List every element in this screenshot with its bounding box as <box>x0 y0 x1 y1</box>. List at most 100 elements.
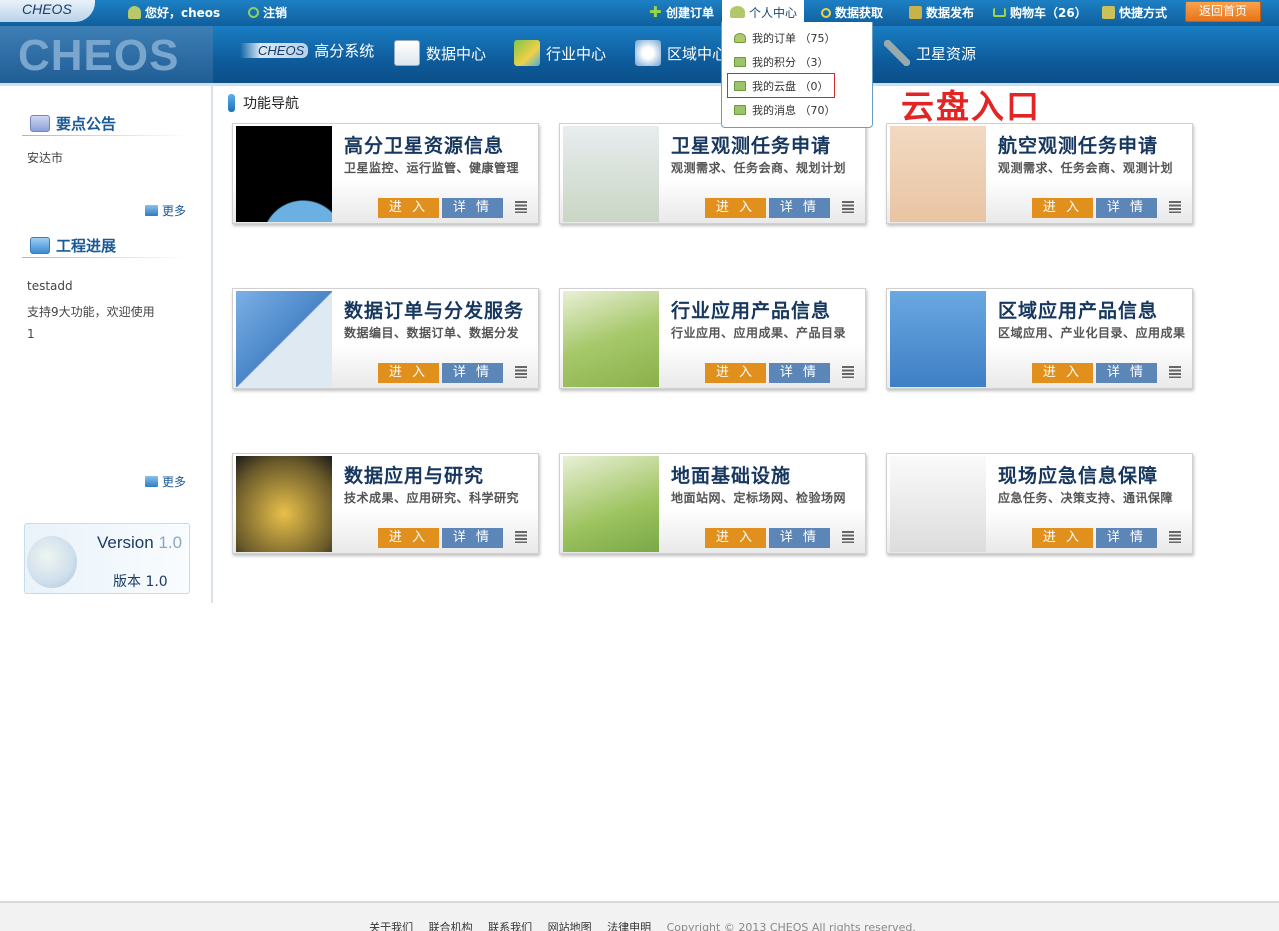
detail-button[interactable]: 详 情 <box>769 198 830 218</box>
map-task-image[interactable] <box>563 126 659 222</box>
logout-link[interactable]: 注销 <box>248 4 287 21</box>
shortcut-link[interactable]: 快捷方式 <box>1102 4 1167 21</box>
function-card[interactable]: 区域应用产品信息 区域应用、产业化目录、应用成果进 入详 情 <box>886 288 1193 389</box>
top-bar: CHEOS 您好，cheos 注销 ✚ 创建订单 数据获取 数据发布 购物车（26… <box>0 0 1279 26</box>
version-label: Version 1.0 <box>97 533 182 553</box>
detail-button[interactable]: 详 情 <box>769 528 830 548</box>
footer-link-sitemap[interactable]: 网站地图 <box>548 921 592 931</box>
satellite-icon <box>884 40 910 66</box>
world-map-document-image[interactable] <box>236 291 332 387</box>
detail-button[interactable]: 详 情 <box>442 198 503 218</box>
enter-button[interactable]: 进 入 <box>378 528 439 548</box>
menu-item-my-points[interactable]: 我的积分 （3） <box>722 50 872 74</box>
function-card[interactable]: 航空观测任务申请 观测需求、任务会商、观测计划进 入详 情 <box>886 123 1193 224</box>
enter-button[interactable]: 进 入 <box>705 363 766 383</box>
card-title[interactable]: 行业应用产品信息 <box>671 296 831 323</box>
soa-globe-image[interactable] <box>236 456 332 552</box>
function-card[interactable]: 地面基础设施 地面站网、定标场网、检验场网进 入详 情 <box>559 453 866 554</box>
menu-icon[interactable] <box>515 531 527 543</box>
region-map-image[interactable] <box>890 291 986 387</box>
menu-item-my-orders[interactable]: 我的订单 （75） <box>722 26 872 50</box>
industry-map-image[interactable] <box>563 291 659 387</box>
cart-link[interactable]: 购物车（26） <box>993 4 1087 21</box>
enter-button[interactable]: 进 入 <box>378 363 439 383</box>
menu-icon[interactable] <box>515 366 527 378</box>
more-notice-link[interactable]: 更多 <box>145 202 186 219</box>
nav-satellite-resource[interactable]: 卫星资源 <box>884 40 976 66</box>
card-title[interactable]: 区域应用产品信息 <box>998 296 1158 323</box>
home-button[interactable]: 返回首页 <box>1185 1 1261 22</box>
ground-station-map-image[interactable] <box>563 456 659 552</box>
more-progress-link[interactable]: 更多 <box>145 473 186 490</box>
mail-icon <box>734 57 746 67</box>
card-title[interactable]: 卫星观测任务申请 <box>671 131 831 158</box>
card-title[interactable]: 数据应用与研究 <box>344 461 484 488</box>
divider <box>22 135 188 136</box>
version-panel: Version 1.0 版本 1.0 <box>24 523 190 594</box>
nav-gaofen-label: 高分系统 <box>314 42 375 60</box>
data-get-link[interactable]: 数据获取 <box>821 4 883 21</box>
enter-button[interactable]: 进 入 <box>1032 198 1093 218</box>
enter-button[interactable]: 进 入 <box>705 528 766 548</box>
progress-title-text: 工程进展 <box>56 237 117 255</box>
menu-item-label: 我的订单 （75） <box>752 32 836 45</box>
enter-button[interactable]: 进 入 <box>1032 528 1093 548</box>
enter-button[interactable]: 进 入 <box>705 198 766 218</box>
function-card[interactable]: 行业应用产品信息 行业应用、应用成果、产品目录进 入详 情 <box>559 288 866 389</box>
create-order-text: 创建订单 <box>666 6 715 20</box>
create-order-link[interactable]: ✚ 创建订单 <box>649 4 714 21</box>
enter-button[interactable]: 进 入 <box>378 198 439 218</box>
card-subtitle: 应急任务、决策支持、通讯保障 <box>998 491 1174 505</box>
footer-link-legal[interactable]: 法律申明 <box>607 921 651 931</box>
progress-item[interactable]: testadd <box>27 279 73 293</box>
small-logo[interactable]: CHEOS <box>0 0 95 22</box>
function-card[interactable]: 数据应用与研究 技术成果、应用研究、科学研究进 入详 情 <box>232 453 539 554</box>
more-text: 更多 <box>162 204 187 218</box>
detail-button[interactable]: 详 情 <box>1096 363 1157 383</box>
cheos-small-logo: CHEOS <box>240 43 309 58</box>
detail-button[interactable]: 详 情 <box>442 363 503 383</box>
footer-link-contact[interactable]: 联系我们 <box>488 921 532 931</box>
card-title[interactable]: 数据订单与分发服务 <box>344 296 524 323</box>
card-title[interactable]: 高分卫星资源信息 <box>344 131 504 158</box>
data-publish-link[interactable]: 数据发布 <box>909 4 974 21</box>
menu-icon[interactable] <box>1169 201 1181 213</box>
small-logo-text: CHEOS <box>22 1 72 17</box>
main-logo[interactable]: CHEOS <box>0 26 213 83</box>
aerial-map-image[interactable] <box>890 126 986 222</box>
progress-item[interactable]: 支持9大功能，欢迎使用 <box>27 303 155 320</box>
footer-link-partners[interactable]: 联合机构 <box>429 921 473 931</box>
satellite-image[interactable] <box>236 126 332 222</box>
menu-icon[interactable] <box>515 201 527 213</box>
menu-icon[interactable] <box>1169 531 1181 543</box>
function-card[interactable]: 数据订单与分发服务 数据编目、数据订单、数据分发进 入详 情 <box>232 288 539 389</box>
detail-button[interactable]: 详 情 <box>442 528 503 548</box>
card-title[interactable]: 现场应急信息保障 <box>998 461 1158 488</box>
footer-link-about[interactable]: 关于我们 <box>369 921 413 931</box>
notice-item[interactable]: 安达市 <box>27 149 63 166</box>
detail-button[interactable]: 详 情 <box>769 363 830 383</box>
nav-industry-center[interactable]: 行业中心 <box>514 40 606 66</box>
card-title[interactable]: 航空观测任务申请 <box>998 131 1158 158</box>
detail-button[interactable]: 详 情 <box>1096 198 1157 218</box>
menu-icon[interactable] <box>1169 366 1181 378</box>
menu-icon[interactable] <box>842 531 854 543</box>
function-card[interactable]: 卫星观测任务申请 观测需求、任务会商、规划计划进 入详 情 <box>559 123 866 224</box>
emergency-diagram-image[interactable] <box>890 456 986 552</box>
function-card[interactable]: 现场应急信息保障应急任务、决策支持、通讯保障进 入详 情 <box>886 453 1193 554</box>
menu-item-my-messages[interactable]: 我的消息 （70） <box>722 98 872 122</box>
detail-button[interactable]: 详 情 <box>1096 528 1157 548</box>
notice-title-text: 要点公告 <box>56 115 117 133</box>
nav-gaofen[interactable]: CHEOS 高分系统 <box>240 40 374 61</box>
enter-button[interactable]: 进 入 <box>1032 363 1093 383</box>
logout-text: 注销 <box>263 6 288 20</box>
progress-item[interactable]: 1 <box>27 327 35 341</box>
cart-text: 购物车（26） <box>1010 6 1087 20</box>
card-title[interactable]: 地面基础设施 <box>671 461 791 488</box>
menu-icon[interactable] <box>842 366 854 378</box>
nav-region-center[interactable]: 区域中心 <box>635 40 727 66</box>
nav-data-center[interactable]: 数据中心 <box>394 40 486 66</box>
user-icon <box>128 6 141 19</box>
menu-icon[interactable] <box>842 201 854 213</box>
function-card[interactable]: 高分卫星资源信息 卫星监控、运行监管、健康管理进 入详 情 <box>232 123 539 224</box>
